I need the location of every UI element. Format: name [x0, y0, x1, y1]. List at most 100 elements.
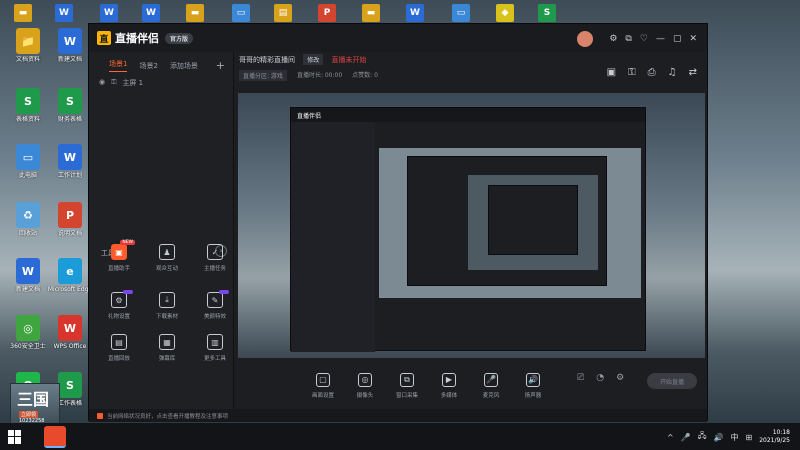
nested-title: 直播伴侣	[291, 108, 645, 122]
toolbar-button[interactable]: 🔊 扬声器	[512, 372, 554, 399]
tool-new-dot	[123, 290, 133, 294]
clock[interactable]: 10:18 2021/9/25	[759, 429, 790, 445]
tool-icon: ✓	[207, 244, 223, 260]
desktop-app-icon: W	[58, 28, 82, 54]
tab-add-scene[interactable]: 添加场景	[170, 61, 198, 71]
tool-item[interactable]: ♟ 观众互动	[145, 244, 189, 272]
taskbar-live-app-icon[interactable]	[44, 425, 66, 448]
folder-icon[interactable]: ▬	[362, 4, 380, 22]
logo-mark-icon: 直	[97, 31, 111, 45]
toolbar-button[interactable]: ▢ 画面设置	[302, 372, 344, 399]
tool-item[interactable]: ▤ 直播回放	[97, 334, 141, 362]
toolbar-button[interactable]: 🎤 麦克风	[470, 372, 512, 399]
settings-icon[interactable]: ⚙	[609, 34, 617, 44]
window-controls: ⚙ ⧉ ♡ — ▢ ✕	[577, 31, 697, 47]
desktop-app-icon: W	[58, 315, 82, 341]
tool-label: 礼物设置	[107, 314, 130, 320]
app-icon[interactable]: ▭	[452, 4, 470, 22]
toolbar-icon: ◎	[358, 372, 372, 387]
screen-icon[interactable]: ▣	[607, 67, 616, 78]
stream-preview[interactable]: 直播伴侣	[238, 93, 705, 358]
archive-icon[interactable]: ▤	[274, 4, 292, 22]
desktop-app-icon: ♻	[16, 202, 40, 228]
mic-icon[interactable]: 🎤	[681, 433, 691, 442]
tool-label: 观众互动	[155, 266, 178, 272]
start-live-button[interactable]: 开始直播	[647, 373, 697, 389]
edit-title-button[interactable]: 修改	[303, 54, 324, 65]
version-badge[interactable]: 官方版	[165, 32, 194, 44]
room-category[interactable]: 直播分区: 游戏	[239, 70, 287, 81]
tool-icon: ⤓	[159, 292, 175, 308]
tool-label: 更多工具	[203, 356, 226, 362]
volume-icon[interactable]: 🔊	[714, 433, 724, 442]
desktop-app-icon: S	[16, 88, 40, 114]
eye-icon[interactable]: ◉	[99, 78, 105, 88]
lock-icon[interactable]: ⚿	[111, 78, 116, 88]
tool-item[interactable]: ▣ 直播助手 NEW	[97, 240, 141, 272]
tool-item[interactable]: ⤓ 下载素材	[145, 292, 189, 320]
room-duration: 直播时长: 00:00	[296, 72, 343, 79]
sheet-icon[interactable]: S	[538, 4, 556, 22]
toolbar-right-icons: ⎚ ◔ ⚙	[577, 373, 624, 383]
lock-icon[interactable]: ⚿	[628, 67, 636, 78]
toolbar-label: 窗口采集	[395, 392, 418, 399]
network-icon[interactable]: 🖧	[698, 430, 707, 444]
header-icons: ▣ ⚿ ⎙ ♫ ⇄	[607, 67, 697, 78]
add-scene-icon[interactable]: +	[216, 59, 225, 72]
nested-window-1: 直播伴侣	[290, 107, 646, 352]
settings-icon[interactable]: ⚙	[616, 373, 624, 383]
record-icon[interactable]: ⎚	[577, 373, 584, 383]
tool-label: 弹幕库	[158, 356, 176, 362]
keyboard-icon[interactable]: ⊞	[746, 433, 753, 442]
promo-tag: 立即领	[19, 411, 39, 418]
clock-date: 2021/9/25	[759, 437, 790, 444]
tool-item[interactable]: ✎ 美颜特效	[193, 290, 237, 320]
word-doc-icon[interactable]: W	[55, 4, 73, 22]
nested-window-2	[407, 156, 607, 286]
pdf-icon[interactable]: P	[318, 4, 336, 22]
windows-start-icon[interactable]	[8, 429, 22, 444]
live-status: 直播未开始	[331, 56, 367, 64]
folder-icon[interactable]: ▬	[14, 4, 32, 22]
app-logo: 直 直播伴侣 官方版	[97, 30, 194, 46]
tool-item[interactable]: ⚙ 礼物设置	[97, 290, 141, 320]
toolbar-icon: ▶	[442, 372, 456, 387]
folder-icon[interactable]: ▬	[186, 4, 204, 22]
room-title[interactable]: 哥哥的精彩直播间	[239, 56, 295, 64]
print-icon[interactable]: ⎙	[648, 67, 656, 78]
live-app-window: 直 直播伴侣 官方版 ⚙ ⧉ ♡ — ▢ ✕ 场景1 场景2 添加场景 + ◉ …	[88, 23, 708, 422]
word-doc-icon[interactable]: W	[142, 4, 160, 22]
tray-chevron-icon[interactable]: ^	[667, 433, 674, 442]
promo-title: 三国	[17, 390, 50, 409]
maximize-icon[interactable]: ▢	[673, 34, 682, 44]
music-icon[interactable]: ♫	[668, 67, 677, 78]
desktop-app-icon: S	[58, 372, 82, 398]
toolbar-button[interactable]: ◎ 摄像头	[344, 372, 386, 399]
tab-scene-1[interactable]: 场景1	[109, 59, 128, 72]
status-text[interactable]: 当前网络状况良好，点击查看开播教程及注意事项	[107, 412, 228, 420]
tool-item[interactable]: ▥ 更多工具	[193, 334, 237, 362]
minimize-icon[interactable]: —	[656, 34, 665, 44]
tab-scene-2[interactable]: 场景2	[139, 61, 157, 71]
heart-icon[interactable]: ♡	[640, 34, 648, 44]
scene-tabs: 场景1 场景2 添加场景 +	[89, 52, 233, 72]
toolbar-button[interactable]: ▶ 多媒体	[428, 372, 470, 399]
tool-icon: ✎	[207, 292, 223, 308]
timer-icon[interactable]: ◔	[596, 373, 604, 383]
app-icon[interactable]: ◆	[496, 4, 514, 22]
app-icon[interactable]: ▭	[232, 4, 250, 22]
toolbar-label: 摄像头	[356, 392, 374, 399]
toolbar-label: 扬声器	[524, 392, 542, 399]
word-doc-icon[interactable]: W	[100, 4, 118, 22]
toolbar-button[interactable]: ⧉ 窗口采集	[386, 372, 428, 399]
share-icon[interactable]: ⇄	[689, 67, 697, 78]
tool-item[interactable]: ▦ 弹幕库	[145, 334, 189, 362]
ime-indicator[interactable]: 中	[731, 432, 739, 443]
avatar[interactable]	[577, 31, 594, 47]
tool-item[interactable]: ✓ 主播任务	[193, 244, 237, 272]
close-icon[interactable]: ✕	[689, 34, 697, 44]
word-doc-icon[interactable]: W	[406, 4, 424, 22]
status-bar: 当前网络状况良好，点击查看开播教程及注意事项	[89, 409, 707, 422]
popout-icon[interactable]: ⧉	[625, 34, 631, 44]
app-name: 直播伴侣	[115, 32, 159, 45]
